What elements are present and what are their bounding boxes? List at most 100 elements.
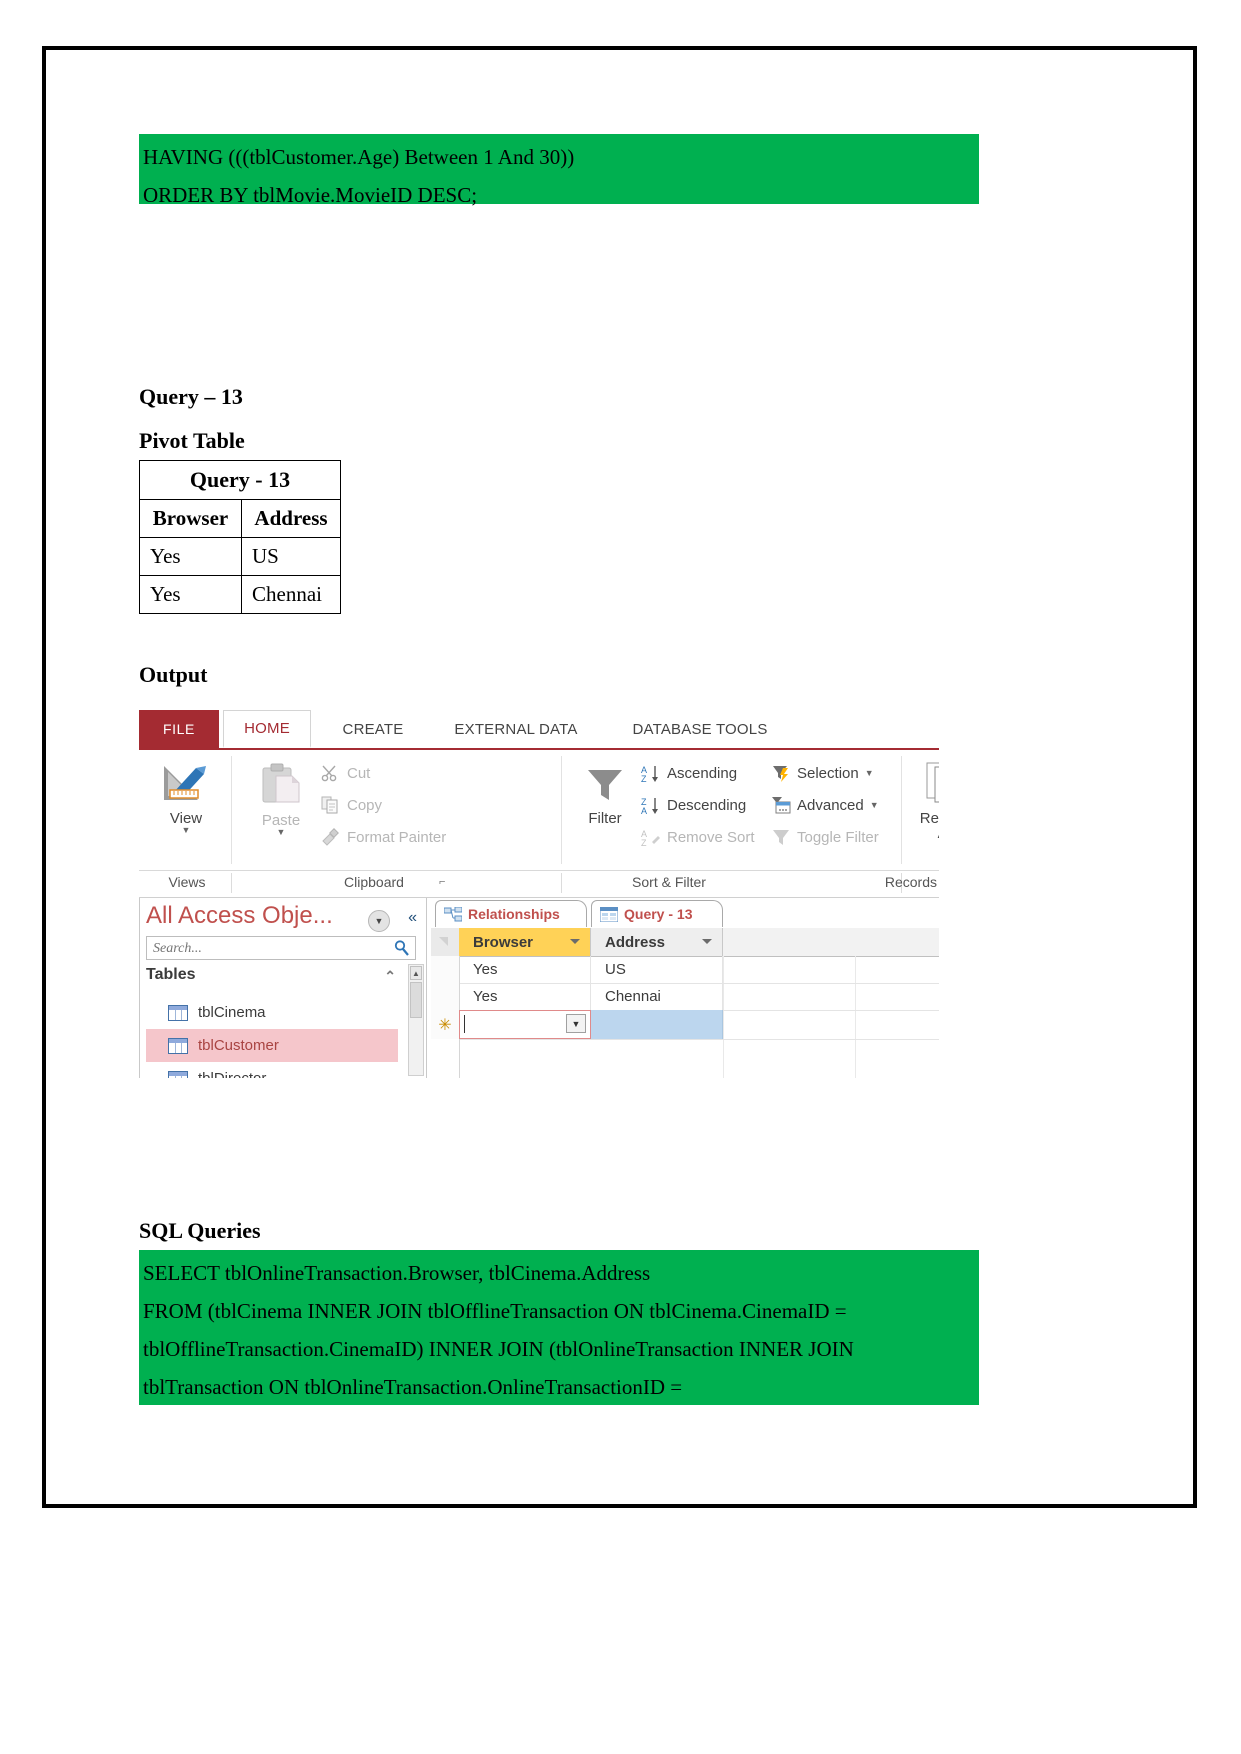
combo-dropdown-icon[interactable]: ▼ — [566, 1014, 586, 1033]
nav-pane-title: All Access Obje... — [146, 902, 333, 929]
selection-button[interactable]: Selection ▼ — [771, 764, 874, 782]
ribbon-group-labels: Views Clipboard ⌐ Sort & Filter Records — [139, 871, 939, 898]
new-record-row[interactable]: ✳ ▼ — [431, 1010, 939, 1040]
ascending-button[interactable]: A Z Ascending — [641, 764, 738, 785]
paste-button[interactable]: Paste ▼ — [243, 762, 319, 837]
advanced-caret[interactable]: ▼ — [870, 800, 879, 810]
group-label-divider — [561, 873, 562, 893]
tab-home[interactable]: HOME — [223, 710, 311, 748]
new-record-marker[interactable]: ✳ — [431, 1010, 460, 1039]
clipboard-dialog-launcher-icon[interactable]: ⌐ — [439, 876, 445, 888]
cell-browser[interactable]: Yes — [459, 956, 591, 983]
datasheet-view: Relationships Query - 13 Browser Address… — [431, 898, 939, 1078]
cell-browser-new[interactable]: ▼ — [459, 1010, 591, 1039]
sort-ascending-icon: A Z — [641, 764, 661, 784]
paintbrush-icon — [321, 828, 341, 846]
view-button[interactable]: View ▼ — [147, 760, 225, 835]
nav-item-tblCinema[interactable]: tblCinema — [146, 996, 398, 1029]
descending-label: Descending — [667, 796, 747, 814]
cell-address[interactable]: Chennai — [591, 983, 723, 1010]
copy-button[interactable]: Copy — [321, 796, 382, 814]
view-icon — [160, 766, 212, 808]
tab-create[interactable]: CREATE — [319, 710, 427, 748]
sql-block-top: HAVING (((tblCustomer.Age) Between 1 And… — [139, 134, 979, 207]
column-header-label: Address — [605, 933, 666, 951]
pivot-cell-address: US — [241, 537, 341, 576]
cut-label: Cut — [347, 764, 371, 782]
refresh-all-button[interactable]: Refresh All — [909, 760, 939, 842]
nav-item-tblCustomer[interactable]: tblCustomer — [146, 1029, 398, 1062]
scroll-up-arrow-icon[interactable]: ▲ — [410, 966, 422, 980]
toggle-filter-button[interactable]: Toggle Filter — [771, 828, 879, 846]
row-selector[interactable] — [431, 983, 460, 1010]
access-workarea: All Access Obje... ▼ « Tables ⌃ — [139, 898, 939, 1078]
pivot-row: Yes Chennai — [139, 575, 341, 614]
nav-pane-dropdown-icon[interactable]: ▼ — [368, 910, 390, 932]
paste-dropdown-caret[interactable]: ▼ — [243, 827, 319, 837]
sql-block-bottom: SELECT tblOnlineTransaction.Browser, tbl… — [139, 1250, 979, 1405]
nav-item-label: tblCustomer — [198, 1037, 279, 1054]
column-header-browser[interactable]: Browser — [459, 928, 591, 956]
ribbon-body: View ▼ Paste ▼ Cut Copy Format Painter F… — [139, 750, 939, 871]
table-icon — [168, 1037, 188, 1054]
selection-caret[interactable]: ▼ — [865, 768, 874, 778]
cut-button[interactable]: Cut — [321, 764, 370, 782]
select-all-corner[interactable] — [431, 928, 460, 956]
relationships-icon — [443, 906, 463, 922]
descending-button[interactable]: Z A Descending — [641, 796, 747, 817]
sql-top-line-2: ORDER BY tblMovie.MovieID DESC; — [143, 183, 478, 207]
ascending-label: Ascending — [667, 764, 738, 782]
sort-descending-icon: Z A — [641, 796, 661, 816]
heading-sql-queries: SQL Queries — [139, 1218, 261, 1243]
row-selector[interactable] — [431, 956, 460, 983]
table-row[interactable]: Yes US — [431, 956, 939, 984]
remove-sort-label: Remove Sort — [667, 828, 755, 846]
chevron-up-icon[interactable]: ⌃ — [384, 968, 396, 985]
format-painter-label: Format Painter — [347, 828, 447, 846]
chevron-down-icon[interactable] — [570, 939, 580, 944]
sql-bottom-line-2: FROM (tblCinema INNER JOIN tblOfflineTra… — [143, 1299, 847, 1323]
copy-icon — [321, 796, 341, 814]
search-input[interactable] — [151, 939, 385, 959]
cell-address-new[interactable] — [591, 1010, 723, 1039]
remove-sort-icon: A Z — [641, 828, 661, 848]
group-label-divider — [231, 873, 232, 893]
search-icon[interactable] — [393, 939, 411, 957]
filter-button[interactable]: Filter — [571, 764, 639, 827]
format-painter-button[interactable]: Format Painter — [321, 828, 446, 846]
nav-item-tblDirector[interactable]: tblDirector — [146, 1062, 398, 1078]
pivot-col-address: Address — [241, 499, 341, 538]
advanced-filter-icon — [771, 796, 791, 814]
table-row[interactable]: Yes Chennai — [431, 983, 939, 1011]
advanced-label: Advanced — [797, 796, 864, 814]
toggle-filter-icon — [771, 828, 791, 846]
nav-pane-collapse-icon[interactable]: « — [408, 909, 417, 927]
nav-search-box[interactable] — [146, 936, 416, 960]
scrollbar-thumb[interactable] — [410, 982, 422, 1018]
datasheet-grid: Browser Address Yes US Yes Chennai ✳ ▼ — [431, 928, 939, 1078]
cell-address[interactable]: US — [591, 956, 723, 983]
refresh-icon — [921, 762, 939, 808]
cell-browser[interactable]: Yes — [459, 983, 591, 1010]
tab-database-tools[interactable]: DATABASE TOOLS — [605, 710, 795, 748]
nav-pane-scrollbar[interactable]: ▲ — [408, 964, 424, 1076]
group-label-clipboard: Clipboard — [344, 874, 404, 890]
doc-tab-query-13[interactable]: Query - 13 — [591, 900, 723, 927]
selection-filter-icon — [771, 764, 791, 782]
doc-tab-relationships[interactable]: Relationships — [435, 900, 587, 927]
pivot-title: Query - 13 — [139, 460, 341, 500]
nav-group-label: Tables — [146, 966, 196, 983]
scissors-icon — [321, 764, 341, 782]
nav-group-tables[interactable]: Tables ⌃ — [146, 966, 398, 992]
document-page: HAVING (((tblCustomer.Age) Between 1 And… — [42, 46, 1197, 1508]
paste-icon — [258, 763, 304, 810]
svg-text:Z: Z — [641, 774, 647, 784]
advanced-button[interactable]: Advanced ▼ — [771, 796, 879, 814]
tab-file[interactable]: FILE — [139, 710, 219, 748]
remove-sort-button[interactable]: A Z Remove Sort — [641, 828, 755, 849]
column-header-address[interactable]: Address — [591, 928, 723, 956]
view-dropdown-caret[interactable]: ▼ — [147, 825, 225, 835]
tab-external-data[interactable]: EXTERNAL DATA — [431, 710, 601, 748]
chevron-down-icon[interactable] — [702, 939, 712, 944]
empty-row — [431, 1039, 939, 1066]
